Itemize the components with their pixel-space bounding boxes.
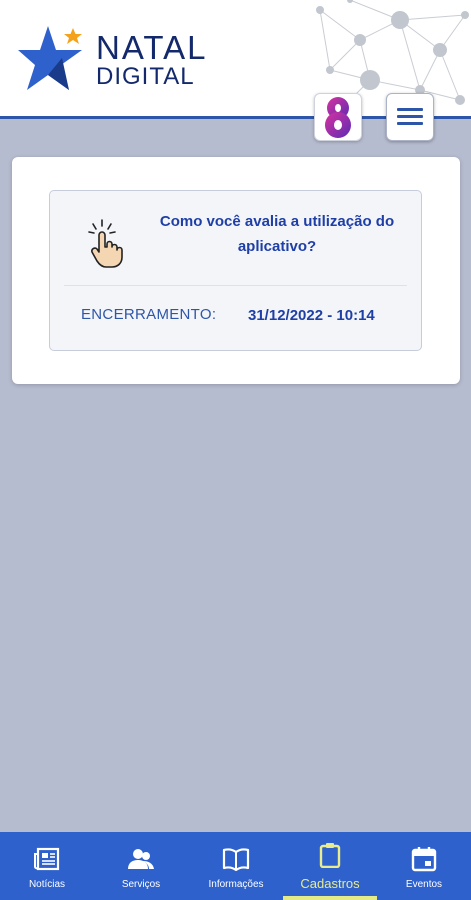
clipboard-icon (319, 843, 341, 868)
nav-label: Notícias (28, 879, 66, 890)
nav-label: Informações (208, 879, 264, 890)
brand-line-2: DIGITAL (96, 63, 195, 90)
pointing-hand-icon (88, 219, 123, 268)
menu-button[interactable] (386, 93, 434, 141)
poll-question: Como você avalia a utilização do aplicat… (159, 213, 395, 255)
menu-bar (397, 122, 423, 125)
nav-eventos[interactable]: Eventos (377, 832, 471, 900)
calendar-icon (411, 847, 437, 872)
nav-label: Eventos (405, 879, 443, 890)
poll-divider (64, 285, 407, 286)
brand-line-1: NATAL (96, 29, 208, 66)
poll-card: Como você avalia a utilização do aplicat… (12, 157, 460, 384)
nav-cadastros[interactable]: Cadastros (283, 832, 377, 900)
star-logo-icon (18, 26, 82, 90)
people-icon (128, 849, 154, 869)
newspaper-icon (34, 847, 60, 871)
app-badge-button[interactable] (314, 93, 362, 141)
menu-bar (397, 115, 423, 118)
nav-label: Cadastros (300, 876, 360, 891)
brand-name: NATAL DIGITAL (96, 31, 207, 89)
menu-bar (397, 108, 423, 111)
closing-label: ENCERRAMENTO: (81, 306, 217, 323)
closing-date: 31/12/2022 - 10:14 (248, 307, 375, 324)
nav-noticias[interactable]: Notícias (0, 832, 94, 900)
bottom-navigation: Notícias Serviços Informações Cadastros (0, 832, 471, 900)
app-8-icon (325, 97, 351, 138)
nav-label: Serviços (121, 879, 161, 890)
poll-item[interactable]: Como você avalia a utilização do aplicat… (49, 190, 422, 351)
nav-informacoes[interactable]: Informações (189, 832, 283, 900)
book-icon (222, 848, 250, 872)
active-indicator (283, 896, 377, 900)
nav-servicos[interactable]: Serviços (94, 832, 188, 900)
